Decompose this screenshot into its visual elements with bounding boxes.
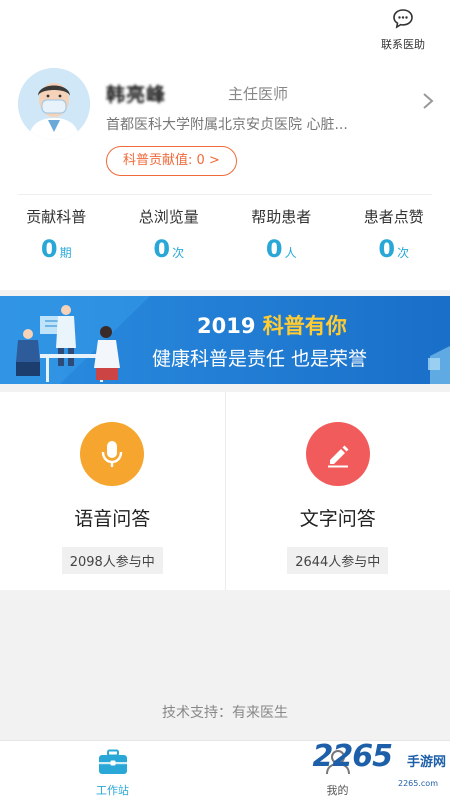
- doctor-avatar: [18, 68, 90, 140]
- stat-label: 帮助患者: [251, 208, 312, 226]
- chevron-right-icon: [423, 93, 434, 109]
- stat-value: 0: [378, 235, 396, 263]
- voice-qa-title: 语音问答: [74, 508, 151, 530]
- contribution-value-button[interactable]: 科普贡献值: 0 >: [106, 146, 237, 176]
- stat-label: 贡献科普: [26, 208, 87, 226]
- watermark-url: 2265.com: [398, 779, 438, 788]
- tech-support-text: 技术支持：有来医生: [162, 705, 288, 721]
- stats-row: 贡献科普 0期 总浏览量 0次 帮助患者 0人 患者点赞 0次: [0, 206, 450, 276]
- text-qa-card[interactable]: 文字问答 2644人参与中: [224, 392, 450, 590]
- contact-assistant-button[interactable]: 联系医助: [378, 8, 428, 52]
- stat-label: 总浏览量: [138, 208, 199, 226]
- voice-qa-card[interactable]: 语音问答 2098人参与中: [0, 392, 225, 590]
- qa-section: 语音问答 2098人参与中 文字问答 2644人参与中: [0, 392, 450, 590]
- doctor-title: 主任医师: [228, 85, 289, 103]
- banner-subtitle: 健康科普是责任 也是荣誉: [152, 348, 368, 370]
- chat-bubble-icon: [393, 9, 413, 29]
- text-qa-title: 文字问答: [299, 508, 376, 530]
- watermark-logo: 2265: [312, 739, 393, 774]
- stat-contributed[interactable]: 贡献科普 0期: [0, 206, 113, 276]
- banner-highlight: 科普有你: [262, 314, 347, 338]
- stat-helped-patients[interactable]: 帮助患者 0人: [225, 206, 338, 276]
- stat-unit: 次: [397, 246, 410, 260]
- stat-unit: 期: [59, 246, 72, 260]
- profile-section: 联系医助 韩亮峰 主任医师 首都医科大学附属北京安贞医院 心脏... 科普贡献值…: [0, 0, 450, 290]
- banner-title: 2019 科普有你: [197, 310, 347, 340]
- contact-assistant-label: 联系医助: [381, 38, 425, 51]
- doctor-avatar-image: [18, 68, 90, 140]
- briefcase-icon: [98, 749, 127, 774]
- microphone-icon: [102, 441, 123, 467]
- stat-value: 0: [265, 235, 283, 263]
- stat-value: 0: [153, 235, 171, 263]
- doctor-name: 韩亮峰: [106, 84, 167, 106]
- stat-total-views[interactable]: 总浏览量 0次: [113, 206, 226, 276]
- stat-unit: 人: [284, 246, 297, 260]
- divider: [18, 194, 432, 195]
- watermark-subtitle: 手游网: [406, 755, 446, 770]
- banner-year: 2019: [197, 314, 256, 338]
- doctor-profile[interactable]: 韩亮峰 主任医师 首都医科大学附属北京安贞医院 心脏... 科普贡献值: 0 >: [18, 68, 438, 183]
- promo-banner[interactable]: 2019 科普有你 健康科普是责任 也是荣誉: [0, 296, 450, 384]
- pencil-icon: [327, 445, 349, 468]
- voice-qa-count: 2098人参与中: [61, 547, 163, 574]
- stat-unit: 次: [172, 246, 185, 260]
- stat-label: 患者点赞: [363, 208, 424, 226]
- text-qa-count: 2644人参与中: [287, 547, 389, 574]
- voice-qa-icon-wrap: [80, 422, 145, 486]
- stat-value: 0: [40, 235, 58, 263]
- stat-patient-likes[interactable]: 患者点赞 0次: [338, 206, 450, 276]
- doctor-hospital: 首都医科大学附属北京安贞医院 心脏...: [106, 117, 348, 133]
- tab-workstation[interactable]: 工作站: [0, 741, 225, 800]
- text-qa-icon-wrap: [305, 422, 370, 486]
- tab-workstation-label: 工作站: [96, 784, 129, 797]
